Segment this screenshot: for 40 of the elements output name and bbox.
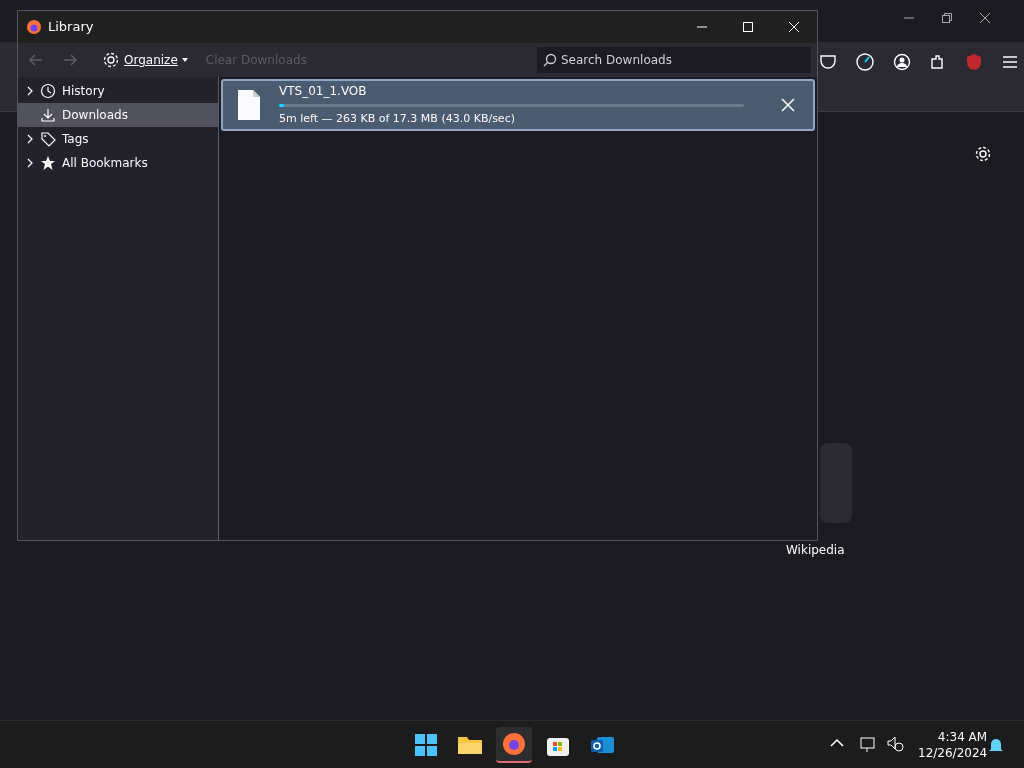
download-icon [40,107,56,123]
window-title: Library [48,18,94,37]
gear-icon [102,51,120,69]
organize-button[interactable]: Organize [98,51,192,69]
clock-time[interactable]: 4:34 AM [918,729,988,745]
start-icon[interactable] [413,732,439,758]
gauge-icon[interactable] [855,52,875,72]
close-icon [788,21,800,33]
download-status: 5m left — 263 KB of 17.3 MB (43.0 KB/sec) [279,111,516,128]
clock-icon [40,83,56,99]
account-icon[interactable] [893,53,911,71]
caret-icon [181,58,188,62]
sidebar-item[interactable]: Downloads [18,103,218,127]
network-icon[interactable] [860,735,878,753]
shortcut-label: Wikipedia [786,543,845,557]
star-icon [40,155,56,171]
sidebar-item[interactable]: All Bookmarks [18,151,218,175]
settings-icon[interactable] [974,145,992,163]
restore-icon[interactable] [941,12,953,24]
muted-speaker-icon[interactable] [886,735,904,753]
sidebar-item[interactable]: History [18,79,218,103]
chevron-right-icon[interactable] [26,86,34,96]
clock-date[interactable]: 12/26/2024 [918,745,988,761]
chevron-right-icon[interactable] [26,158,34,168]
pocket-icon[interactable] [819,53,837,71]
chevron-up-icon[interactable] [830,738,844,748]
download-item[interactable]: VTS_01_1.VOB 5m left — 263 KB of 17.3 MB (43.0 KB/sec) [221,79,815,131]
sidebar-item[interactable]: Tags [18,127,218,151]
menu-icon[interactable] [1001,53,1019,71]
file-name: VTS_01_1.VOB [279,83,368,101]
chevron-right-icon[interactable] [26,134,34,144]
search-field[interactable]: Search Downloads [537,47,811,73]
browser-logo-icon [26,19,42,35]
browser-logo-icon[interactable] [501,731,527,757]
notification-bell-icon[interactable] [988,736,1004,754]
shield-extension-icon[interactable] [965,53,983,71]
tag-icon [40,131,56,147]
close-icon[interactable] [979,12,991,24]
file-icon [237,89,261,121]
maximize-icon [742,21,754,33]
